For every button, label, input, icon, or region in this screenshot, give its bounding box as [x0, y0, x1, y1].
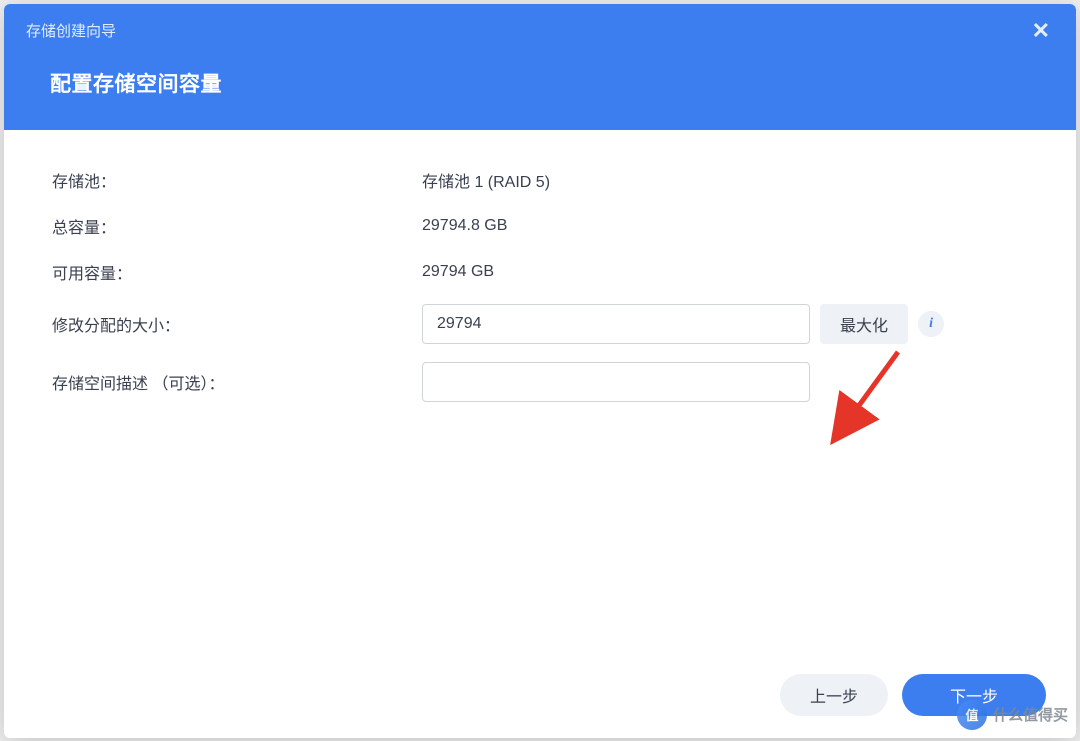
label-available-capacity: 可用容量： [52, 260, 422, 284]
label-storage-pool: 存储池： [52, 168, 422, 192]
storage-wizard-dialog: 存储创建向导 ✕ 配置存储空间容量 存储池： 存储池 1 (RAID 5) 总容… [4, 4, 1076, 738]
row-available-capacity: 可用容量： 29794 GB [52, 258, 1028, 286]
label-allocate-size: 修改分配的大小： [52, 312, 422, 336]
allocate-input-group: 最大化 i [422, 304, 944, 344]
label-total-capacity: 总容量： [52, 214, 422, 238]
allocate-size-input[interactable] [422, 304, 810, 344]
description-input[interactable] [422, 362, 810, 402]
page-title: 配置存储空间容量 [4, 50, 1076, 130]
dialog-header: 存储创建向导 ✕ 配置存储空间容量 [4, 4, 1076, 130]
value-storage-pool: 存储池 1 (RAID 5) [422, 168, 550, 192]
row-description: 存储空间描述 （可选）： [52, 362, 1028, 402]
maximize-button[interactable]: 最大化 [820, 304, 908, 344]
value-available-capacity: 29794 GB [422, 263, 494, 281]
row-allocate-size: 修改分配的大小： 最大化 i [52, 304, 1028, 344]
row-total-capacity: 总容量： 29794.8 GB [52, 212, 1028, 240]
next-button[interactable]: 下一步 [902, 674, 1046, 716]
description-input-group [422, 362, 810, 402]
prev-button[interactable]: 上一步 [780, 674, 888, 716]
titlebar: 存储创建向导 ✕ [4, 4, 1076, 50]
close-icon[interactable]: ✕ [1028, 18, 1054, 44]
label-description: 存储空间描述 （可选）： [52, 370, 422, 394]
arrow-annotation-icon [818, 342, 908, 462]
row-storage-pool: 存储池： 存储池 1 (RAID 5) [52, 166, 1028, 194]
value-total-capacity: 29794.8 GB [422, 217, 507, 235]
dialog-content: 存储池： 存储池 1 (RAID 5) 总容量： 29794.8 GB 可用容量… [4, 130, 1076, 660]
info-icon[interactable]: i [918, 311, 944, 337]
window-title: 存储创建向导 [26, 20, 116, 41]
dialog-footer: 上一步 下一步 值 什么值得买 [4, 660, 1076, 738]
